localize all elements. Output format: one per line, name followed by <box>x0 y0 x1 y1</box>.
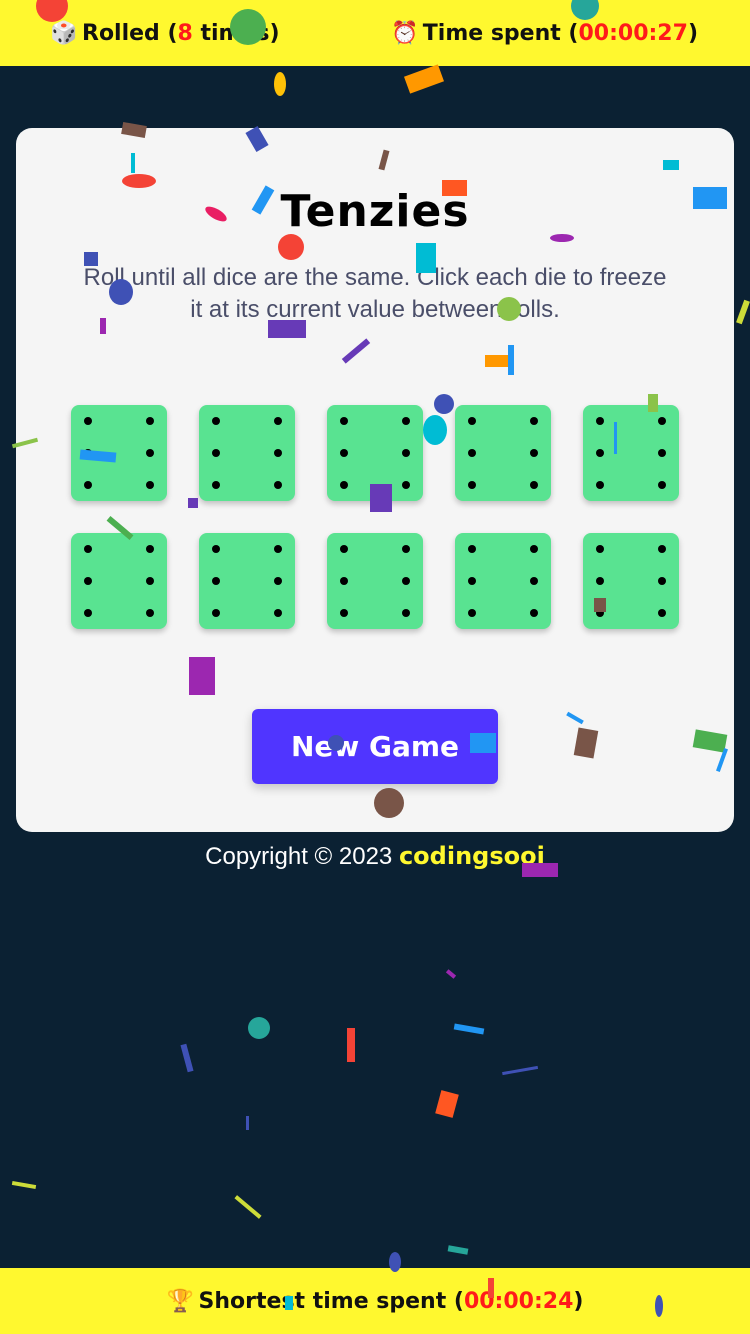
die-4[interactable] <box>455 405 551 501</box>
die-pip <box>212 417 221 426</box>
instructions: Roll until all dice are the same. Click … <box>83 264 667 323</box>
time-value: 00:00:27 <box>578 20 688 46</box>
die-pip <box>145 480 154 489</box>
time-spent: ⏰ Time spent (00:00:27) <box>391 20 698 46</box>
die-pip <box>468 545 477 554</box>
die-pip <box>84 545 93 554</box>
die-pip <box>596 545 605 554</box>
die-pip <box>273 449 282 457</box>
die-pip <box>212 577 221 585</box>
die-pip <box>596 449 605 457</box>
game-title: Tenzies <box>280 186 470 237</box>
die-pip <box>596 608 605 617</box>
die-pip <box>212 545 221 554</box>
die-pip <box>401 480 410 489</box>
die-9[interactable] <box>455 533 551 629</box>
best-time-value: 00:00:24 <box>463 1288 574 1314</box>
die-pip <box>145 608 154 617</box>
die-2[interactable] <box>199 405 295 501</box>
rolled-count: 8 <box>177 20 193 46</box>
die-pip <box>212 449 221 457</box>
new-game-button[interactable]: New Game <box>252 709 498 784</box>
die-pip <box>657 417 666 426</box>
trophy-icon: 🏆 <box>166 1288 195 1314</box>
die-pip <box>468 608 477 617</box>
die-pip <box>273 545 282 554</box>
rolled-counter: 🎲 Rolled (8 times) <box>50 20 280 46</box>
die-pip <box>657 577 666 585</box>
die-pip <box>529 480 538 489</box>
die-3[interactable] <box>327 405 423 501</box>
die-pip <box>468 449 477 457</box>
die-1[interactable] <box>71 405 167 501</box>
die-pip <box>84 480 93 489</box>
die-pip <box>340 480 349 489</box>
die-pip <box>145 577 154 585</box>
brand-link[interactable]: codingsooi <box>399 842 545 870</box>
die-8[interactable] <box>327 533 423 629</box>
die-pip <box>657 608 666 617</box>
die-pip <box>468 577 477 585</box>
die-pip <box>401 608 410 617</box>
die-pip <box>273 577 282 585</box>
game-card: Tenzies Roll until all dice are the same… <box>16 128 734 832</box>
die-pip <box>529 608 538 617</box>
die-pip <box>657 480 666 489</box>
dice-grid <box>71 405 679 629</box>
die-pip <box>657 545 666 554</box>
die-pip <box>340 449 349 457</box>
die-pip <box>84 608 93 617</box>
best-time-bar: 🏆 Shortest time spent (00:00:24) <box>0 1268 750 1334</box>
die-pip <box>340 577 349 585</box>
die-pip <box>340 545 349 554</box>
die-pip <box>529 449 538 457</box>
die-pip <box>401 545 410 554</box>
die-pip <box>84 417 93 426</box>
die-pip <box>657 449 666 457</box>
stats-bar: 🎲 Rolled (8 times) ⏰ Time spent (00:00:27) <box>0 0 750 66</box>
die-pip <box>273 480 282 489</box>
die-pip <box>212 608 221 617</box>
die-pip <box>273 608 282 617</box>
die-pip <box>145 449 154 457</box>
die-pip <box>84 449 93 457</box>
die-pip <box>468 417 477 426</box>
die-6[interactable] <box>71 533 167 629</box>
die-pip <box>340 608 349 617</box>
die-10[interactable] <box>583 533 679 629</box>
die-pip <box>596 480 605 489</box>
die-pip <box>212 480 221 489</box>
dice-icon: 🎲 <box>50 20 78 46</box>
die-pip <box>145 545 154 554</box>
die-pip <box>596 417 605 426</box>
die-pip <box>401 417 410 426</box>
die-5[interactable] <box>583 405 679 501</box>
die-pip <box>596 577 605 585</box>
die-pip <box>340 417 349 426</box>
die-pip <box>145 417 154 426</box>
die-pip <box>401 577 410 585</box>
copyright: Copyright © 2023 codingsooi <box>205 842 545 870</box>
die-pip <box>84 577 93 585</box>
die-7[interactable] <box>199 533 295 629</box>
die-pip <box>529 577 538 585</box>
die-pip <box>273 417 282 426</box>
die-pip <box>468 480 477 489</box>
die-pip <box>401 449 410 457</box>
die-pip <box>529 417 538 426</box>
alarm-clock-icon: ⏰ <box>391 20 419 46</box>
die-pip <box>529 545 538 554</box>
